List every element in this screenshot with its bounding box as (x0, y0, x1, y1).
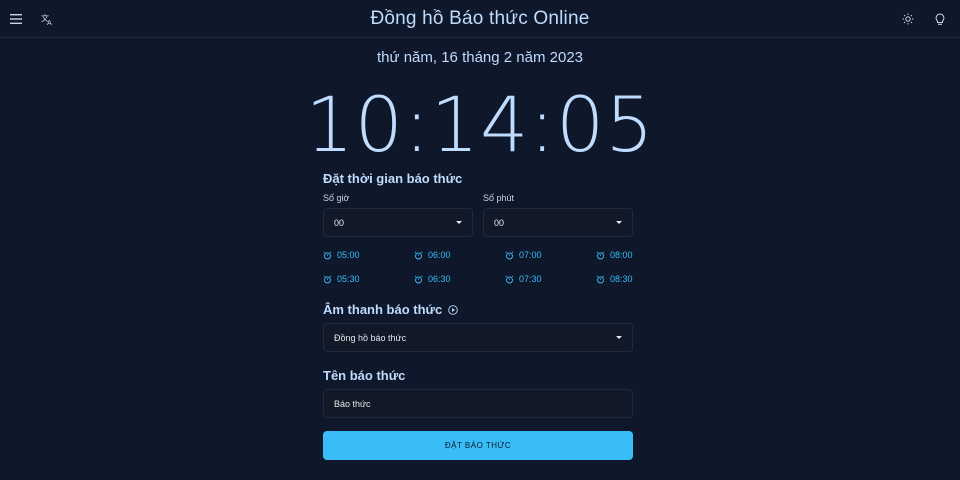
alarm-time-section: Đặt thời gian báo thức (323, 171, 633, 186)
sound-title: Âm thanh báo thức (323, 302, 443, 317)
alarm-icon (414, 250, 423, 260)
chevron-down-icon (456, 221, 462, 224)
preset-time-label: 08:00 (610, 250, 633, 260)
sound-field: Đồng hồ báo thức (323, 323, 633, 352)
lightbulb-icon[interactable] (930, 9, 950, 29)
minute-value: 00 (494, 217, 505, 228)
alarm-icon (505, 274, 514, 284)
preset-time-label: 07:30 (519, 274, 542, 284)
minute-select[interactable]: 00 (483, 208, 633, 237)
preset-time-label: 05:00 (337, 250, 360, 260)
chevron-down-icon (616, 336, 622, 339)
alarm-icon (505, 250, 514, 260)
alarm-icon (323, 274, 332, 284)
hour-label: Số giờ (323, 193, 350, 203)
page-title: Đồng hồ Báo thức Online (370, 8, 590, 29)
alarm-icon (596, 274, 605, 284)
sound-value: Đồng hồ báo thức (334, 332, 407, 343)
alarm-name-input[interactable]: Báo thức (323, 389, 633, 418)
hour-field: Số giờ 00 (323, 193, 473, 237)
preset-time-label: 06:00 (428, 250, 451, 260)
sun-icon[interactable] (898, 9, 918, 29)
name-title: Tên báo thức (323, 368, 406, 383)
hour-value: 00 (334, 217, 345, 228)
preset-time-0530[interactable]: 05:30 (323, 274, 360, 284)
alarm-time-title: Đặt thời gian báo thức (323, 171, 463, 186)
sound-select[interactable]: Đồng hồ báo thức (323, 323, 633, 352)
preset-time-0700[interactable]: 07:00 (505, 250, 542, 260)
chevron-down-icon (616, 221, 622, 224)
top-bar: 文A Đồng hồ Báo thức Online (0, 0, 960, 38)
alarm-name-value: Báo thức (334, 398, 371, 409)
alarm-icon (323, 250, 332, 260)
current-date: thứ năm, 16 tháng 2 năm 2023 (376, 49, 583, 66)
preset-time-0830[interactable]: 08:30 (596, 274, 633, 284)
name-section: Tên báo thức (323, 368, 633, 383)
preset-time-0800[interactable]: 08:00 (596, 250, 633, 260)
clock-display: 10:14:05 (305, 80, 655, 169)
preset-time-label: 08:30 (610, 274, 633, 284)
minute-field: Số phút 00 (483, 193, 633, 237)
hour-select[interactable]: 00 (323, 208, 473, 237)
preset-time-0600[interactable]: 06:00 (414, 250, 451, 260)
minute-label: Số phút (483, 193, 515, 203)
preset-time-0630[interactable]: 06:30 (414, 274, 451, 284)
alarm-icon (596, 250, 605, 260)
preset-time-label: 05:30 (337, 274, 360, 284)
preset-time-label: 06:30 (428, 274, 451, 284)
preset-time-0730[interactable]: 07:30 (505, 274, 542, 284)
set-alarm-button[interactable]: ĐẶT BÁO THỨC (323, 431, 633, 460)
preset-time-0500[interactable]: 05:00 (323, 250, 360, 260)
name-field: Báo thức (323, 389, 633, 418)
sound-section: Âm thanh báo thức (323, 302, 633, 317)
alarm-icon (414, 274, 423, 284)
preset-time-label: 07:00 (519, 250, 542, 260)
play-icon[interactable] (448, 304, 458, 315)
